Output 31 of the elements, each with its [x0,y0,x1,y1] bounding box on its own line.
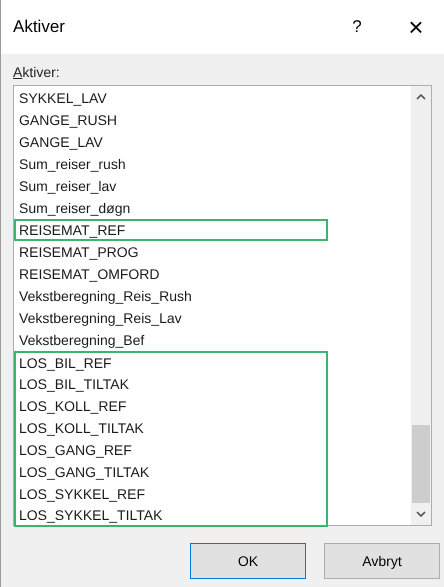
help-button[interactable]: ? [342,14,372,40]
list-item[interactable]: SYKKEL_LAV [14,87,328,109]
scroll-up-icon[interactable] [416,94,426,100]
list-item[interactable]: LOS_KOLL_TILTAK [14,417,328,439]
dialog-button[interactable]: Avbryt [324,543,440,579]
window-title: Aktiver [13,16,66,38]
dialog-button[interactable]: OK [190,543,306,579]
list-item[interactable]: LOS_KOLL_REF [14,395,328,417]
list-item[interactable]: REISEMAT_REF [14,219,328,241]
scroll-down-icon[interactable] [416,511,426,517]
list-item[interactable]: Sum_reiser_rush [14,153,328,175]
list-item[interactable]: GANGE_LAV [14,131,328,153]
list-item[interactable]: GANGE_RUSH [14,109,328,131]
list-item[interactable]: LOS_SYKKEL_REF [14,483,328,505]
list-item[interactable]: Vekstberegning_Bef [14,329,328,351]
list-item[interactable]: LOS_BIL_TILTAK [14,373,328,395]
scroll-thumb[interactable] [412,425,430,503]
close-button[interactable]: × [396,14,436,40]
list-label: Aktiver: [13,63,61,82]
list-item[interactable]: LOS_BIL_REF [14,351,328,373]
list-item[interactable]: LOS_GANG_REF [14,439,328,461]
list-item[interactable]: LOS_GANG_TILTAK [14,461,328,483]
scrollbar[interactable] [411,86,431,525]
list-item[interactable]: Sum_reiser_lav [14,175,328,197]
list-item[interactable]: REISEMAT_PROG [14,241,328,263]
list-item[interactable]: LOS_SYKKEL_TILTAK [14,505,328,527]
list-item[interactable]: Sum_reiser_døgn [14,197,328,219]
list-item[interactable]: Vekstberegning_Reis_Rush [14,285,328,307]
list-item[interactable]: Vekstberegning_Reis_Lav [14,307,328,329]
list-box[interactable] [13,85,432,526]
list-item[interactable]: REISEMAT_OMFORD [14,263,328,285]
